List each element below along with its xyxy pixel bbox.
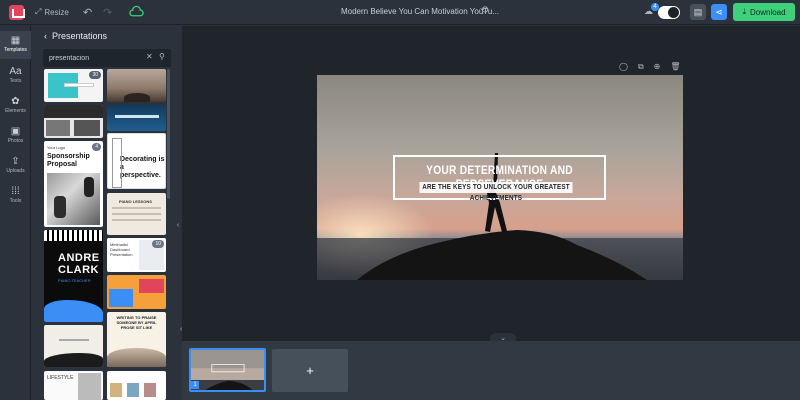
thumb-title: Sponsorship Proposal [47,153,90,168]
thumb-name-line2: CLARK [58,264,99,276]
nav-uploads[interactable]: ⇪ Uploads [0,153,31,179]
nav-label: Texts [9,78,22,84]
left-navigation: ▦ Templates Aa Texts ✿ Elements ▣ Photos… [0,26,31,400]
upload-icon: ⇪ [11,156,20,167]
nav-label: Tools [9,198,22,204]
template-thumb[interactable] [107,275,166,309]
template-search: ✕ ⚲ [43,49,171,67]
collapse-panel-icon[interactable]: ‹ [174,215,182,237]
add-slide-icon[interactable]: ⊕ [654,62,661,72]
resize-label: Resize [44,7,69,17]
download-button[interactable]: ⤓ Download [733,3,795,21]
redo-icon[interactable]: ↷ [103,6,112,19]
clear-icon[interactable]: ✕ [146,52,153,61]
nav-label: Templates [4,47,27,53]
undo-icon[interactable]: ↶ [83,6,92,19]
template-thumb[interactable]: 30 [44,69,103,102]
search-icon[interactable]: ⚲ [159,52,165,61]
template-thumb[interactable] [107,69,166,102]
nav-elements[interactable]: ✿ Elements [0,93,31,119]
slide-tools: ◯ ⧉ ⊕ 🗑 [619,62,681,72]
nav-label: Elements [5,108,26,114]
thumb-title: WRITING TO PRAISE SOMEONE BY APRIL PROSE… [116,315,157,330]
app-logo[interactable] [9,5,25,20]
page-count-badge: 4 [92,143,101,151]
search-input[interactable] [49,52,139,64]
color-picker-icon[interactable]: ◯ [619,62,628,72]
nav-tools[interactable]: ⁞⁞⁞ Tools [0,183,31,209]
delete-icon[interactable]: 🗑 [670,62,680,72]
template-thumb[interactable] [44,325,103,367]
thumb-title: LIFESTYLE [47,375,74,381]
duplicate-icon[interactable]: ⧉ [638,62,644,72]
comment-icon[interactable]: ▤ [690,4,706,20]
nav-photos[interactable]: ▣ Photos [0,123,31,149]
theme-toggle[interactable] [658,6,680,19]
nav-templates[interactable]: ▦ Templates [0,31,31,59]
page-number: 1 [191,381,199,389]
download-label: Download [749,7,786,17]
template-thumb[interactable] [44,105,103,138]
page-count-badge: 30 [89,71,101,79]
template-thumb[interactable] [107,105,166,131]
cloud-sync-icon[interactable] [129,5,144,19]
template-thumb[interactable]: ANDRE CLARK PIANO TEACHER [44,230,103,322]
page-count-badge: 10 [152,240,164,248]
grid-icon: ▦ [10,35,21,46]
panel-scrollbar[interactable] [167,69,170,199]
resize-icon: ⤢ [35,7,42,16]
back-chevron-icon[interactable]: ‹ [44,31,47,41]
collapse-left-icon[interactable]: ‹ [180,326,182,333]
apps-icon: ⁞⁞⁞ [11,186,20,197]
template-thumb[interactable]: Minimalist Dashboard Presentation 10 [107,238,166,272]
slide-subheadline[interactable]: ARE THE KEYS TO UNLOCK YOUR GREATEST ACH… [419,182,573,202]
template-thumb[interactable] [107,371,166,400]
download-icon: ⤓ [742,7,746,16]
template-thumb[interactable]: WRITING TO PRAISE SOMEONE BY APRIL PROSE… [107,312,166,367]
panel-title: Presentations [52,31,108,41]
share-icon[interactable]: ⋖ [711,4,727,20]
resize-button[interactable]: ⤢ Resize [35,7,69,17]
nav-label: Photos [7,138,24,144]
thumb-name-line1: ANDRE [58,252,100,264]
nav-label: Uploads [6,168,25,174]
thumb-logo-text: Your Logo [47,145,66,150]
add-page-button[interactable]: + [272,349,348,392]
template-thumb[interactable]: PIANO LESSONS [107,193,166,235]
text-icon: Aa [9,66,22,77]
thumb-title: Minimalist Dashboard Presentation [110,242,133,257]
thumb-title: PIANO LESSONS [119,199,152,204]
template-thumb[interactable]: LIFESTYLE [44,371,103,400]
template-thumb[interactable]: Your Logo Sponsorship Proposal 4 [44,141,103,227]
image-icon: ▣ [10,126,21,137]
top-toolbar: ⤢ Resize ↶ ↷ Modern Believe You Can Moti… [0,0,800,25]
page-thumbnail[interactable] [189,348,266,392]
history-icon[interactable]: ⟲ [480,5,488,16]
panel-header[interactable]: ‹ Presentations [44,31,107,41]
thumb-subtitle: PIANO TEACHER [58,278,91,283]
template-thumb[interactable]: Decorating is a perspective. [107,133,166,189]
thumb-title: Decorating is a perspective. [120,156,165,179]
shapes-icon: ✿ [11,96,20,107]
nav-texts[interactable]: Aa Texts [0,63,31,89]
